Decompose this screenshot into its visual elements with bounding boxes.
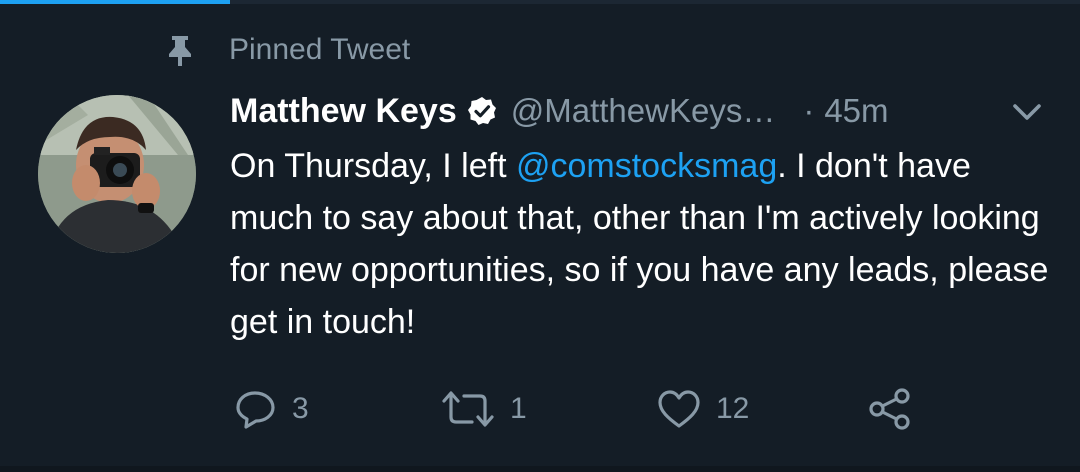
like-count: 12 (716, 392, 750, 425)
bottom-divider (0, 466, 1080, 472)
pinned-tweet-label: Pinned Tweet (229, 33, 411, 66)
user-handle[interactable]: @MatthewKeys… (511, 92, 776, 130)
reply-icon (236, 391, 275, 429)
retweet-count: 1 (510, 392, 527, 425)
tweet-header: Matthew Keys @MatthewKeys… · 45m (230, 86, 1050, 136)
heart-icon (658, 390, 700, 428)
avatar[interactable] (38, 95, 196, 253)
chevron-down-icon (1013, 104, 1041, 120)
retweet-button[interactable]: 1 (440, 386, 527, 432)
more-options-button[interactable] (1010, 100, 1044, 124)
separator-dot: · (803, 92, 815, 129)
display-name[interactable]: Matthew Keys (230, 92, 457, 131)
active-tab-indicator (0, 0, 230, 4)
verified-badge-icon (467, 96, 497, 126)
retweet-icon (442, 391, 494, 427)
reply-count: 3 (292, 392, 309, 425)
reply-button[interactable]: 3 (234, 386, 309, 432)
tweet-text-start: On Thursday, I left (230, 147, 516, 185)
share-button[interactable] (866, 386, 914, 432)
pin-icon (165, 34, 195, 66)
share-icon (869, 388, 910, 430)
like-button[interactable]: 12 (656, 386, 749, 432)
tweet-timestamp[interactable]: 45m (824, 92, 888, 130)
mention-link[interactable]: @comstocksmag (516, 147, 777, 185)
tweet-text: On Thursday, I left @comstocksmag. I don… (230, 140, 1050, 348)
pinned-tweet-indicator: Pinned Tweet (165, 30, 410, 70)
